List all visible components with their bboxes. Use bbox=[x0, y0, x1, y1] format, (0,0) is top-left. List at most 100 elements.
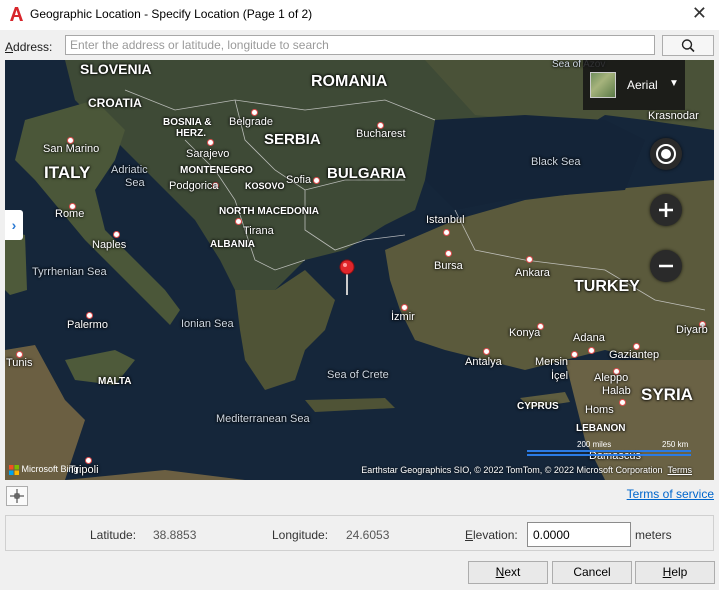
terms-of-service-link[interactable]: Terms of service bbox=[627, 487, 714, 501]
help-button[interactable]: Help bbox=[635, 561, 715, 584]
longitude-label: Longitude: bbox=[272, 528, 329, 542]
country-label: ALBANIA bbox=[210, 239, 255, 250]
city-label: İçel bbox=[551, 370, 569, 382]
zoom-out-button[interactable] bbox=[650, 250, 682, 282]
city-label: Ankara bbox=[515, 267, 550, 279]
city-marker bbox=[235, 218, 242, 225]
city-label: San Marino bbox=[43, 143, 100, 155]
country-label: ROMANIA bbox=[311, 73, 388, 90]
sea-label: Ionian Sea bbox=[181, 318, 234, 330]
sea-label: Black Sea bbox=[531, 156, 581, 168]
country-label: TURKEY bbox=[574, 278, 640, 295]
city-marker bbox=[113, 231, 120, 238]
country-label: MONTENEGRO bbox=[180, 165, 253, 176]
scale-lines bbox=[527, 450, 691, 456]
city-label: Belgrade bbox=[229, 116, 274, 128]
country-label: NORTH MACEDONIA bbox=[219, 206, 319, 217]
city-label: Istanbul bbox=[426, 214, 465, 226]
country-label: LEBANON bbox=[576, 423, 626, 434]
bing-logo: Microsoft Bing bbox=[9, 464, 79, 475]
window-title: Geographic Location - Specify Location (… bbox=[30, 7, 313, 21]
chevron-down-icon: ▼ bbox=[669, 78, 679, 89]
city-label: Krasnodar bbox=[648, 110, 699, 122]
chevron-right-icon: › bbox=[11, 217, 17, 233]
map-style-label: Aerial bbox=[627, 78, 658, 92]
locate-me-button[interactable] bbox=[650, 138, 682, 170]
city-label: Antalya bbox=[465, 356, 502, 368]
city-marker bbox=[207, 139, 214, 146]
city-marker bbox=[588, 347, 595, 354]
city-marker bbox=[571, 351, 578, 358]
map-attribution: Earthstar Geographics SIO, © 2022 TomTom… bbox=[361, 465, 692, 475]
city-label: Homs bbox=[585, 404, 614, 416]
latitude-value: 38.8853 bbox=[153, 528, 197, 542]
sea-label: Adriatic bbox=[111, 164, 148, 176]
city-marker bbox=[526, 256, 533, 263]
city-label: Aleppo bbox=[594, 372, 629, 384]
city-marker bbox=[445, 250, 452, 257]
address-search-input[interactable] bbox=[65, 35, 655, 55]
city-label: Rome bbox=[55, 208, 85, 220]
city-label: Konya bbox=[509, 327, 541, 339]
next-button[interactable]: Next bbox=[468, 561, 548, 584]
city-label: Podgorica bbox=[169, 180, 219, 192]
country-label: MALTA bbox=[98, 376, 132, 387]
city-marker bbox=[85, 457, 92, 464]
country-label: KOSOVO bbox=[245, 181, 285, 191]
location-pin-icon[interactable] bbox=[339, 259, 355, 297]
country-label: CROATIA bbox=[88, 96, 142, 110]
city-marker bbox=[483, 348, 490, 355]
city-marker bbox=[401, 304, 408, 311]
elevation-unit: meters bbox=[635, 528, 672, 542]
expand-panel-button[interactable]: › bbox=[5, 210, 23, 240]
scale-miles: 200 miles bbox=[577, 440, 612, 449]
sea-label: Mediterranean Sea bbox=[216, 413, 310, 425]
map-view[interactable]: SLOVENIA CROATIA ROMANIA SERBIA BULGARIA… bbox=[5, 60, 714, 480]
country-label: SLOVENIA bbox=[80, 61, 152, 77]
country-label: SYRIA bbox=[641, 385, 693, 404]
elevation-label: Elevation: bbox=[465, 528, 518, 542]
city-label: Halab bbox=[602, 385, 631, 397]
city-marker bbox=[251, 109, 258, 116]
elevation-input[interactable] bbox=[527, 522, 631, 547]
address-label: Address: bbox=[5, 40, 53, 54]
longitude-value: 24.6053 bbox=[346, 528, 390, 542]
aerial-thumbnail-icon bbox=[590, 72, 616, 98]
country-label: BOSNIA & bbox=[163, 117, 212, 128]
city-label: Tunis bbox=[6, 357, 33, 369]
crosshair-icon bbox=[10, 489, 24, 503]
cancel-button[interactable]: Cancel bbox=[552, 561, 632, 584]
sea-label: Tyrrhenian Sea bbox=[32, 266, 107, 278]
city-marker bbox=[443, 229, 450, 236]
city-label: Tirana bbox=[243, 225, 274, 237]
target-icon bbox=[656, 144, 676, 164]
city-label: Palermo bbox=[67, 319, 108, 331]
map-style-dropdown[interactable]: Aerial ▼ bbox=[583, 60, 685, 110]
pick-location-button[interactable] bbox=[6, 486, 28, 506]
city-label: Bucharest bbox=[356, 128, 406, 140]
city-label: Sofia bbox=[286, 174, 312, 186]
country-label: CYPRUS bbox=[517, 401, 559, 412]
plus-icon bbox=[659, 203, 673, 217]
city-label: Diyarb bbox=[676, 324, 708, 336]
sea-label: Sea bbox=[125, 177, 145, 189]
country-label: SERBIA bbox=[264, 131, 321, 148]
minus-icon bbox=[659, 264, 673, 268]
city-label: İzmir bbox=[391, 311, 415, 323]
city-marker bbox=[313, 177, 320, 184]
map-terrain bbox=[5, 60, 714, 480]
city-label: Sarajevo bbox=[186, 148, 230, 160]
city-label: Adana bbox=[573, 332, 605, 344]
city-marker bbox=[619, 399, 626, 406]
country-label: BULGARIA bbox=[327, 165, 407, 182]
latitude-label: Latitude: bbox=[90, 528, 137, 542]
city-label: Bursa bbox=[434, 260, 463, 272]
city-label: Gaziantep bbox=[609, 349, 660, 361]
map-terms-link[interactable]: Terms bbox=[668, 465, 693, 475]
city-marker bbox=[86, 312, 93, 319]
zoom-in-button[interactable] bbox=[650, 194, 682, 226]
microsoft-logo-icon bbox=[9, 465, 19, 475]
city-label: Mersin bbox=[535, 356, 569, 368]
search-button[interactable] bbox=[662, 35, 714, 56]
close-icon[interactable]: ✕ bbox=[692, 3, 707, 23]
